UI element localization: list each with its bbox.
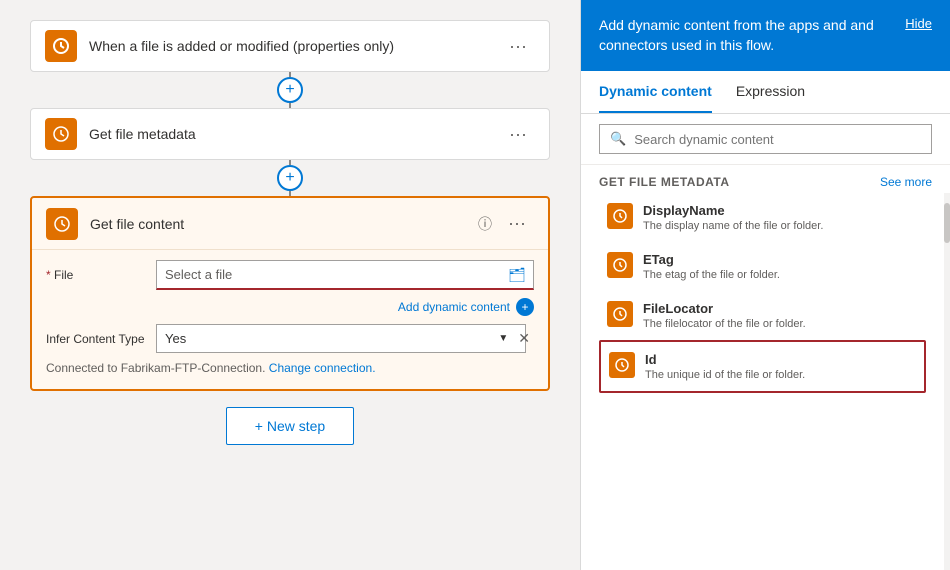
panel-hide-button[interactable]: Hide [905,16,932,31]
dynamic-item-filelocator[interactable]: FileLocator The filelocator of the file … [599,291,926,340]
flow-canvas: When a file is added or modified (proper… [0,0,580,570]
step2-label: Get file metadata [89,126,501,142]
infer-select-wrapper: Yes No ▼ ✕ [156,324,534,353]
add-dynamic-content-button[interactable]: Add dynamic content + [156,298,534,316]
step2-more[interactable]: ··· [501,120,535,149]
infer-content-type-select[interactable]: Yes No [156,324,526,353]
file-field-label: File [46,268,156,282]
panel-search-area: 🔍 [581,114,950,165]
add-dynamic-plus-icon: + [516,298,534,316]
new-step-label: + New step [255,418,325,434]
step3-info-icon[interactable]: ⓘ [478,214,492,234]
dynamic-item-etag[interactable]: ETag The etag of the file or folder. [599,242,926,291]
content-icon [46,208,78,240]
file-input[interactable] [156,260,534,290]
etag-desc: The etag of the file or folder. [643,269,918,281]
displayname-title: DisplayName [643,203,918,218]
select-clear-icon[interactable]: ✕ [514,326,534,351]
dynamic-search-input[interactable] [634,132,921,147]
displayname-desc: The display name of the file or folder. [643,220,918,232]
scroll-thumb[interactable] [944,203,950,243]
panel-section-label: Get file metadata See more [581,165,950,193]
file-field-row: File 🗂 [46,260,534,290]
connector-1: + [277,72,303,108]
filelocator-desc: The filelocator of the file or folder. [643,318,918,330]
section-name: Get file metadata [599,175,730,189]
connection-info: Connected to Fabrikam-FTP-Connection. Ch… [46,361,534,375]
folder-icon: 🗂 [508,267,526,284]
panel-header-text: Add dynamic content from the apps and an… [599,16,905,55]
etag-title: ETag [643,252,918,267]
flow-step-1[interactable]: When a file is added or modified (proper… [30,20,550,72]
file-input-wrapper: 🗂 [156,260,534,290]
search-wrapper: 🔍 [599,124,932,154]
panel-content-area: DisplayName The display name of the file… [581,193,950,570]
etag-icon [607,252,633,278]
dynamic-items-list: DisplayName The display name of the file… [581,193,944,570]
dynamic-content-panel: Add dynamic content from the apps and an… [580,0,950,570]
tab-dynamic-content[interactable]: Dynamic content [599,71,712,113]
displayname-text: DisplayName The display name of the file… [643,203,918,232]
step3-label: Get file content [90,216,478,232]
trigger-icon [45,30,77,62]
add-step-1-button[interactable]: + [277,77,303,103]
filelocator-text: FileLocator The filelocator of the file … [643,301,918,330]
active-step-body: File 🗂 Add dynamic content + Infer Conte… [32,250,548,389]
filelocator-title: FileLocator [643,301,918,316]
filelocator-icon [607,301,633,327]
panel-header: Add dynamic content from the apps and an… [581,0,950,71]
step3-more[interactable]: ··· [500,209,534,238]
flow-step-3-active[interactable]: Get file content ⓘ ··· File 🗂 Add dynami… [30,196,550,391]
add-step-2-button[interactable]: + [277,165,303,191]
dynamic-item-displayname[interactable]: DisplayName The display name of the file… [599,193,926,242]
change-connection-link[interactable]: Change connection. [269,361,376,375]
connection-text: Connected to Fabrikam-FTP-Connection. [46,361,265,375]
see-more-link[interactable]: See more [880,175,932,189]
metadata-icon [45,118,77,150]
dynamic-item-id[interactable]: Id The unique id of the file or folder. [599,340,926,393]
id-icon [609,352,635,378]
scroll-indicator [944,193,950,570]
step1-more[interactable]: ··· [501,32,535,61]
displayname-icon [607,203,633,229]
active-step-header: Get file content ⓘ ··· [32,198,548,250]
id-desc: The unique id of the file or folder. [645,369,916,381]
infer-content-type-label: Infer Content Type [46,332,156,346]
connector-2: + [277,160,303,196]
infer-content-type-row: Infer Content Type Yes No ▼ ✕ [46,324,534,353]
id-text: Id The unique id of the file or folder. [645,352,916,381]
id-title: Id [645,352,916,367]
flow-step-2[interactable]: Get file metadata ··· [30,108,550,160]
new-step-button[interactable]: + New step [226,407,354,445]
add-dynamic-label: Add dynamic content [398,300,510,314]
tab-expression[interactable]: Expression [736,71,805,113]
panel-tabs: Dynamic content Expression [581,71,950,114]
etag-text: ETag The etag of the file or folder. [643,252,918,281]
connector-line-2b [289,191,291,196]
search-icon: 🔍 [610,131,626,147]
step1-label: When a file is added or modified (proper… [89,38,501,54]
